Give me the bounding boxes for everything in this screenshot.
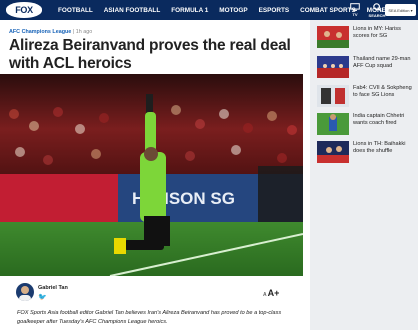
- edition-label: SEA Edition: [388, 7, 410, 13]
- fox-sports-logo[interactable]: FOX: [6, 2, 42, 18]
- chevron-down-icon: ▾: [410, 7, 413, 13]
- font-increase-button[interactable]: A+: [268, 288, 280, 298]
- story-title: Thailand name 29-man AFF Cup squad: [353, 56, 411, 69]
- sidebar-story[interactable]: Lions in MY: Hariss scores for SG: [317, 26, 413, 48]
- nav-item-formula-1[interactable]: FORMULA 1: [171, 7, 208, 14]
- author-avatar[interactable]: [16, 283, 34, 301]
- nav-item-asian-football[interactable]: ASIAN FOOTBALL: [104, 7, 160, 14]
- publish-time: | 1h ago: [72, 29, 93, 35]
- story-thumbnail: [317, 85, 349, 107]
- story-title: Lions in TH: Baihakki does the shuffle: [353, 141, 406, 154]
- story-thumbnail: [317, 26, 349, 48]
- nav-item-motogp[interactable]: MOTOGP: [219, 7, 247, 14]
- story-title: Lions in MY: Hariss scores for SG: [353, 26, 401, 39]
- story-title: India captain Chhetri wants coach fired: [353, 113, 405, 126]
- story-title: Fab4: CVII & Sokpheng to face SG Lions: [353, 85, 412, 98]
- edition-selector[interactable]: SEA Edition ▾: [385, 4, 416, 16]
- logo-text: FOX: [15, 5, 33, 15]
- sidebar-story[interactable]: Lions in TH: Baihakki does the shuffle: [317, 141, 413, 163]
- sidebar-story[interactable]: Fab4: CVII & Sokpheng to face SG Lions: [317, 85, 413, 107]
- nav-item-football[interactable]: FOOTBALL: [58, 7, 93, 14]
- article-lede: FOX Sports Asia football editor Gabriel …: [17, 310, 282, 325]
- category-link[interactable]: AFC Champions League: [9, 29, 71, 35]
- sidebar-story[interactable]: Thailand name 29-man AFF Cup squad: [317, 56, 413, 78]
- font-decrease-button[interactable]: A: [263, 292, 267, 298]
- tv-button[interactable]: TV: [344, 1, 366, 19]
- article-meta: AFC Champions League | 1h ago: [9, 29, 92, 35]
- search-icon: [372, 2, 382, 12]
- sidebar-story[interactable]: India captain Chhetri wants coach fired: [317, 113, 413, 135]
- author-name[interactable]: Gabriel Tan: [38, 285, 68, 291]
- article-headline: Alireza Beiranvand proves the real deal …: [9, 37, 291, 72]
- font-size-controls: AA+: [263, 288, 279, 298]
- goalkeeper-photo-image: HANSON SG: [0, 74, 303, 276]
- story-thumbnail: [317, 113, 349, 135]
- search-label: SEARCH: [368, 12, 386, 18]
- twitter-icon[interactable]: 🐦: [38, 293, 47, 301]
- hero-photo: HANSON SG: [0, 74, 303, 276]
- top-nav-bar: FOX FOOTBALL ASIAN FOOTBALL FORMULA 1 MO…: [0, 0, 418, 20]
- story-thumbnail: [317, 56, 349, 78]
- tv-icon: [350, 3, 360, 11]
- story-thumbnail: [317, 141, 349, 163]
- tv-label: TV: [352, 12, 358, 17]
- nav-item-esports[interactable]: ESPORTS: [259, 7, 290, 14]
